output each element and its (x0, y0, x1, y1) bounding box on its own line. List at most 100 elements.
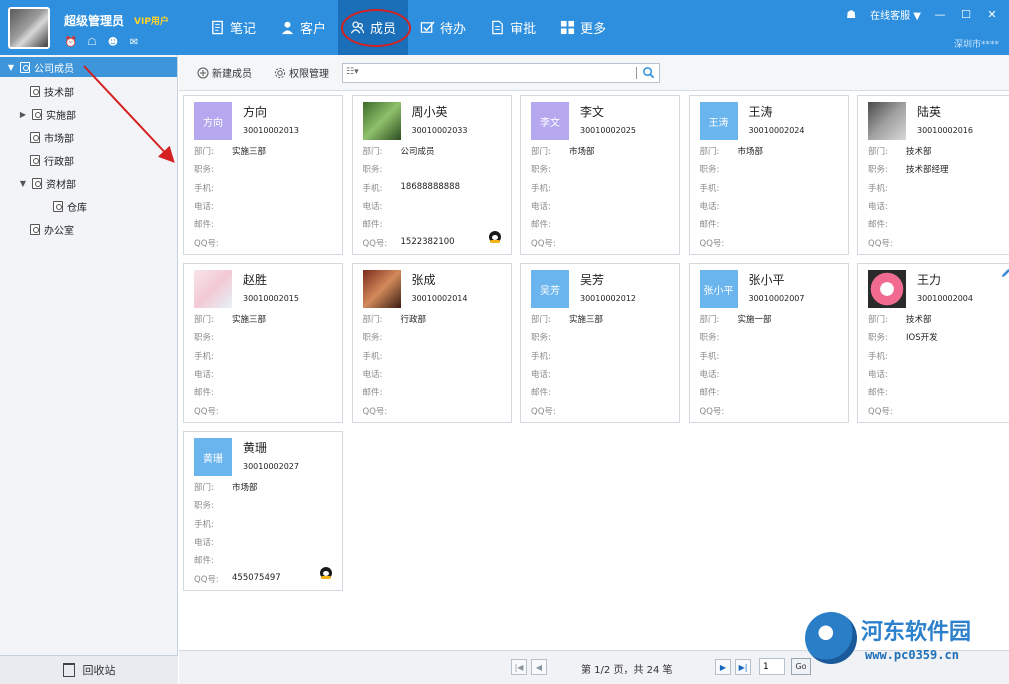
tab-members[interactable]: 成员 (338, 0, 412, 55)
field-label-dept: 部门: (699, 315, 720, 325)
member-mobile: 18688888888 (400, 181, 461, 192)
alarm-clock-icon[interactable]: ⏰ (64, 35, 78, 49)
tree-item-tech[interactable]: 技术部 (30, 81, 74, 101)
approval-icon (492, 20, 503, 35)
tree-item-warehouse[interactable]: 仓库 (53, 196, 87, 216)
add-circle-icon (197, 67, 209, 78)
tree-item-materials[interactable]: ▼ 资材部 (18, 173, 76, 193)
next-page-button[interactable]: ▶ (715, 659, 731, 675)
member-photo: 方向 (194, 102, 232, 140)
tab-approval[interactable]: 审批 (478, 0, 548, 55)
recycle-bin-button[interactable]: 回收站 (0, 655, 178, 684)
member-id: 30010002027 (243, 462, 299, 471)
member-card[interactable]: 陆英 30010002016 部门: 技术部 职务: 技术部经理 手机: 电话: 邮件: QQ号: (857, 95, 1009, 255)
field-label-mobile: 手机: (531, 351, 551, 362)
trash-icon (62, 663, 75, 677)
field-label-phone: 电话: (868, 201, 888, 212)
notebook-icon (212, 20, 223, 35)
vip-badge: VIP用户 (134, 17, 169, 27)
prev-page-button[interactable]: ◀ (531, 659, 547, 675)
field-label-phone: 电话: (194, 537, 214, 548)
search-input[interactable] (371, 66, 629, 80)
field-label-title: 职务: (699, 333, 720, 344)
tree-label: 资材部 (46, 179, 76, 191)
tab-more[interactable]: 更多 (548, 0, 618, 55)
permissions-button[interactable]: 权限管理 (274, 65, 329, 80)
new-member-button[interactable]: 新建成员 (197, 65, 252, 80)
member-photo (362, 102, 401, 140)
last-page-button[interactable]: ▶| (735, 659, 751, 675)
tree-label: 行政部 (44, 156, 74, 168)
field-label-qq: QQ号: (194, 238, 219, 249)
member-card[interactable]: 方向 方向 30010002013 部门: 实施三部 职务: 手机: 电话: 邮件: QQ号: (183, 95, 343, 255)
member-photo: 黄珊 (194, 438, 232, 476)
field-label-mobile: 手机: (194, 183, 214, 194)
message-icon[interactable]: ✉ (127, 35, 141, 49)
field-label-dept: 部门: (868, 315, 888, 325)
tree-item-market[interactable]: 市场部 (30, 127, 74, 147)
field-label-qq: QQ号: (868, 238, 893, 249)
member-name: 周小英 (411, 105, 448, 119)
member-dept: 市场部 (569, 147, 595, 157)
online-service-button[interactable]: 在线客服 ▼ (870, 7, 921, 22)
expand-caret-icon[interactable]: ▶ (18, 110, 28, 119)
collapse-caret-icon[interactable]: ▼ (6, 63, 16, 72)
field-label-email: 邮件: (194, 220, 214, 231)
close-button[interactable]: ✕ (985, 8, 999, 21)
member-name: 张成 (411, 273, 436, 287)
member-id: 30010002033 (411, 126, 468, 135)
field-label-mobile: 手机: (362, 351, 383, 362)
more-icon (561, 20, 575, 35)
member-card[interactable]: 张小平 张小平 30010002007 部门: 实施一部 职务: 手机: 电话: 邮件: QQ号: (688, 263, 849, 423)
search-type-dropdown[interactable]: ☷▾ (346, 67, 359, 77)
edit-pencil-icon[interactable] (1000, 268, 1009, 279)
field-label-mobile: 手机: (868, 183, 888, 194)
member-card[interactable]: 周小英 30010002033 部门: 公司成员 职务: 手机: 18688888888 电话… (351, 95, 512, 255)
field-label-phone: 电话: (531, 369, 551, 380)
member-id: 30010002014 (411, 294, 468, 303)
member-card[interactable]: 黄珊 黄珊 30010002027 部门: 市场部 职务: 手机: 电话: 邮件: QQ号: 455… (183, 431, 343, 591)
qq-icon[interactable] (488, 231, 501, 243)
user-avatar[interactable] (8, 7, 50, 49)
minimize-button[interactable]: — (933, 8, 947, 21)
dept-icon (32, 108, 42, 120)
field-label-dept: 部门: (194, 147, 214, 157)
field-label-qq: QQ号: (531, 238, 556, 249)
tab-approval-label: 审批 (510, 22, 537, 37)
member-card[interactable]: 赵胜 30010002015 部门: 实施三部 职务: 手机: 电话: 邮件: QQ号: (183, 263, 343, 423)
field-label-phone: 电话: (699, 369, 720, 380)
collapse-caret-icon[interactable]: ▼ (18, 179, 28, 188)
field-label-title: 职务: (868, 165, 888, 176)
member-card[interactable]: 王涛 王涛 30010002024 部门: 市场部 职务: 手机: 电话: 邮件: QQ号: (688, 95, 849, 255)
android-icon[interactable]: ☗ (844, 8, 858, 21)
qq-icon[interactable] (320, 567, 332, 579)
tree-item-company[interactable]: ▼ 公司成员 (0, 57, 177, 77)
contact-card-icon[interactable]: ☖ (85, 35, 99, 49)
field-label-email: 邮件: (531, 388, 551, 399)
user-icon[interactable]: ☻ (106, 35, 120, 49)
tab-notes[interactable]: 笔记 (198, 0, 268, 55)
site-watermark: 河东软件园 www.pc0359.cn (805, 612, 1005, 670)
page-number-input[interactable] (759, 658, 785, 675)
member-card[interactable]: 吴芳 吴芳 30010002012 部门: 实施三部 职务: 手机: 电话: 邮件: QQ号: (520, 263, 680, 423)
member-card[interactable]: 王力 30010002004 部门: 技术部 职务: IOS开发 手机: 电话: 邮件: QQ号: (857, 263, 1009, 423)
tab-customers[interactable]: 客户 (268, 0, 338, 55)
field-label-title: 职务: (194, 165, 214, 176)
field-label-dept: 部门: (194, 483, 214, 493)
tree-item-office[interactable]: 办公室 (30, 219, 74, 239)
member-card[interactable]: 张成 30010002014 部门: 行政部 职务: 手机: 电话: 邮件: QQ号: (351, 263, 512, 423)
maximize-button[interactable]: ☐ (959, 8, 973, 21)
first-page-button[interactable]: |◀ (511, 659, 527, 675)
search-icon[interactable] (642, 66, 655, 79)
member-id: 30010002016 (917, 126, 973, 135)
member-dept: 行政部 (400, 315, 427, 325)
gear-icon (274, 67, 286, 78)
search-divider (636, 67, 637, 79)
tree-item-impl[interactable]: ▶ 实施部 (18, 104, 76, 124)
member-dept: 技术部 (906, 315, 932, 325)
member-photo: 李文 (531, 102, 569, 140)
member-card[interactable]: 李文 李文 30010002025 部门: 市场部 职务: 手机: 电话: 邮件: QQ号: (520, 95, 680, 255)
field-label-mobile: 手机: (531, 183, 551, 194)
tree-item-admin[interactable]: 行政部 (30, 150, 74, 170)
tab-todo[interactable]: 待办 (408, 0, 478, 55)
